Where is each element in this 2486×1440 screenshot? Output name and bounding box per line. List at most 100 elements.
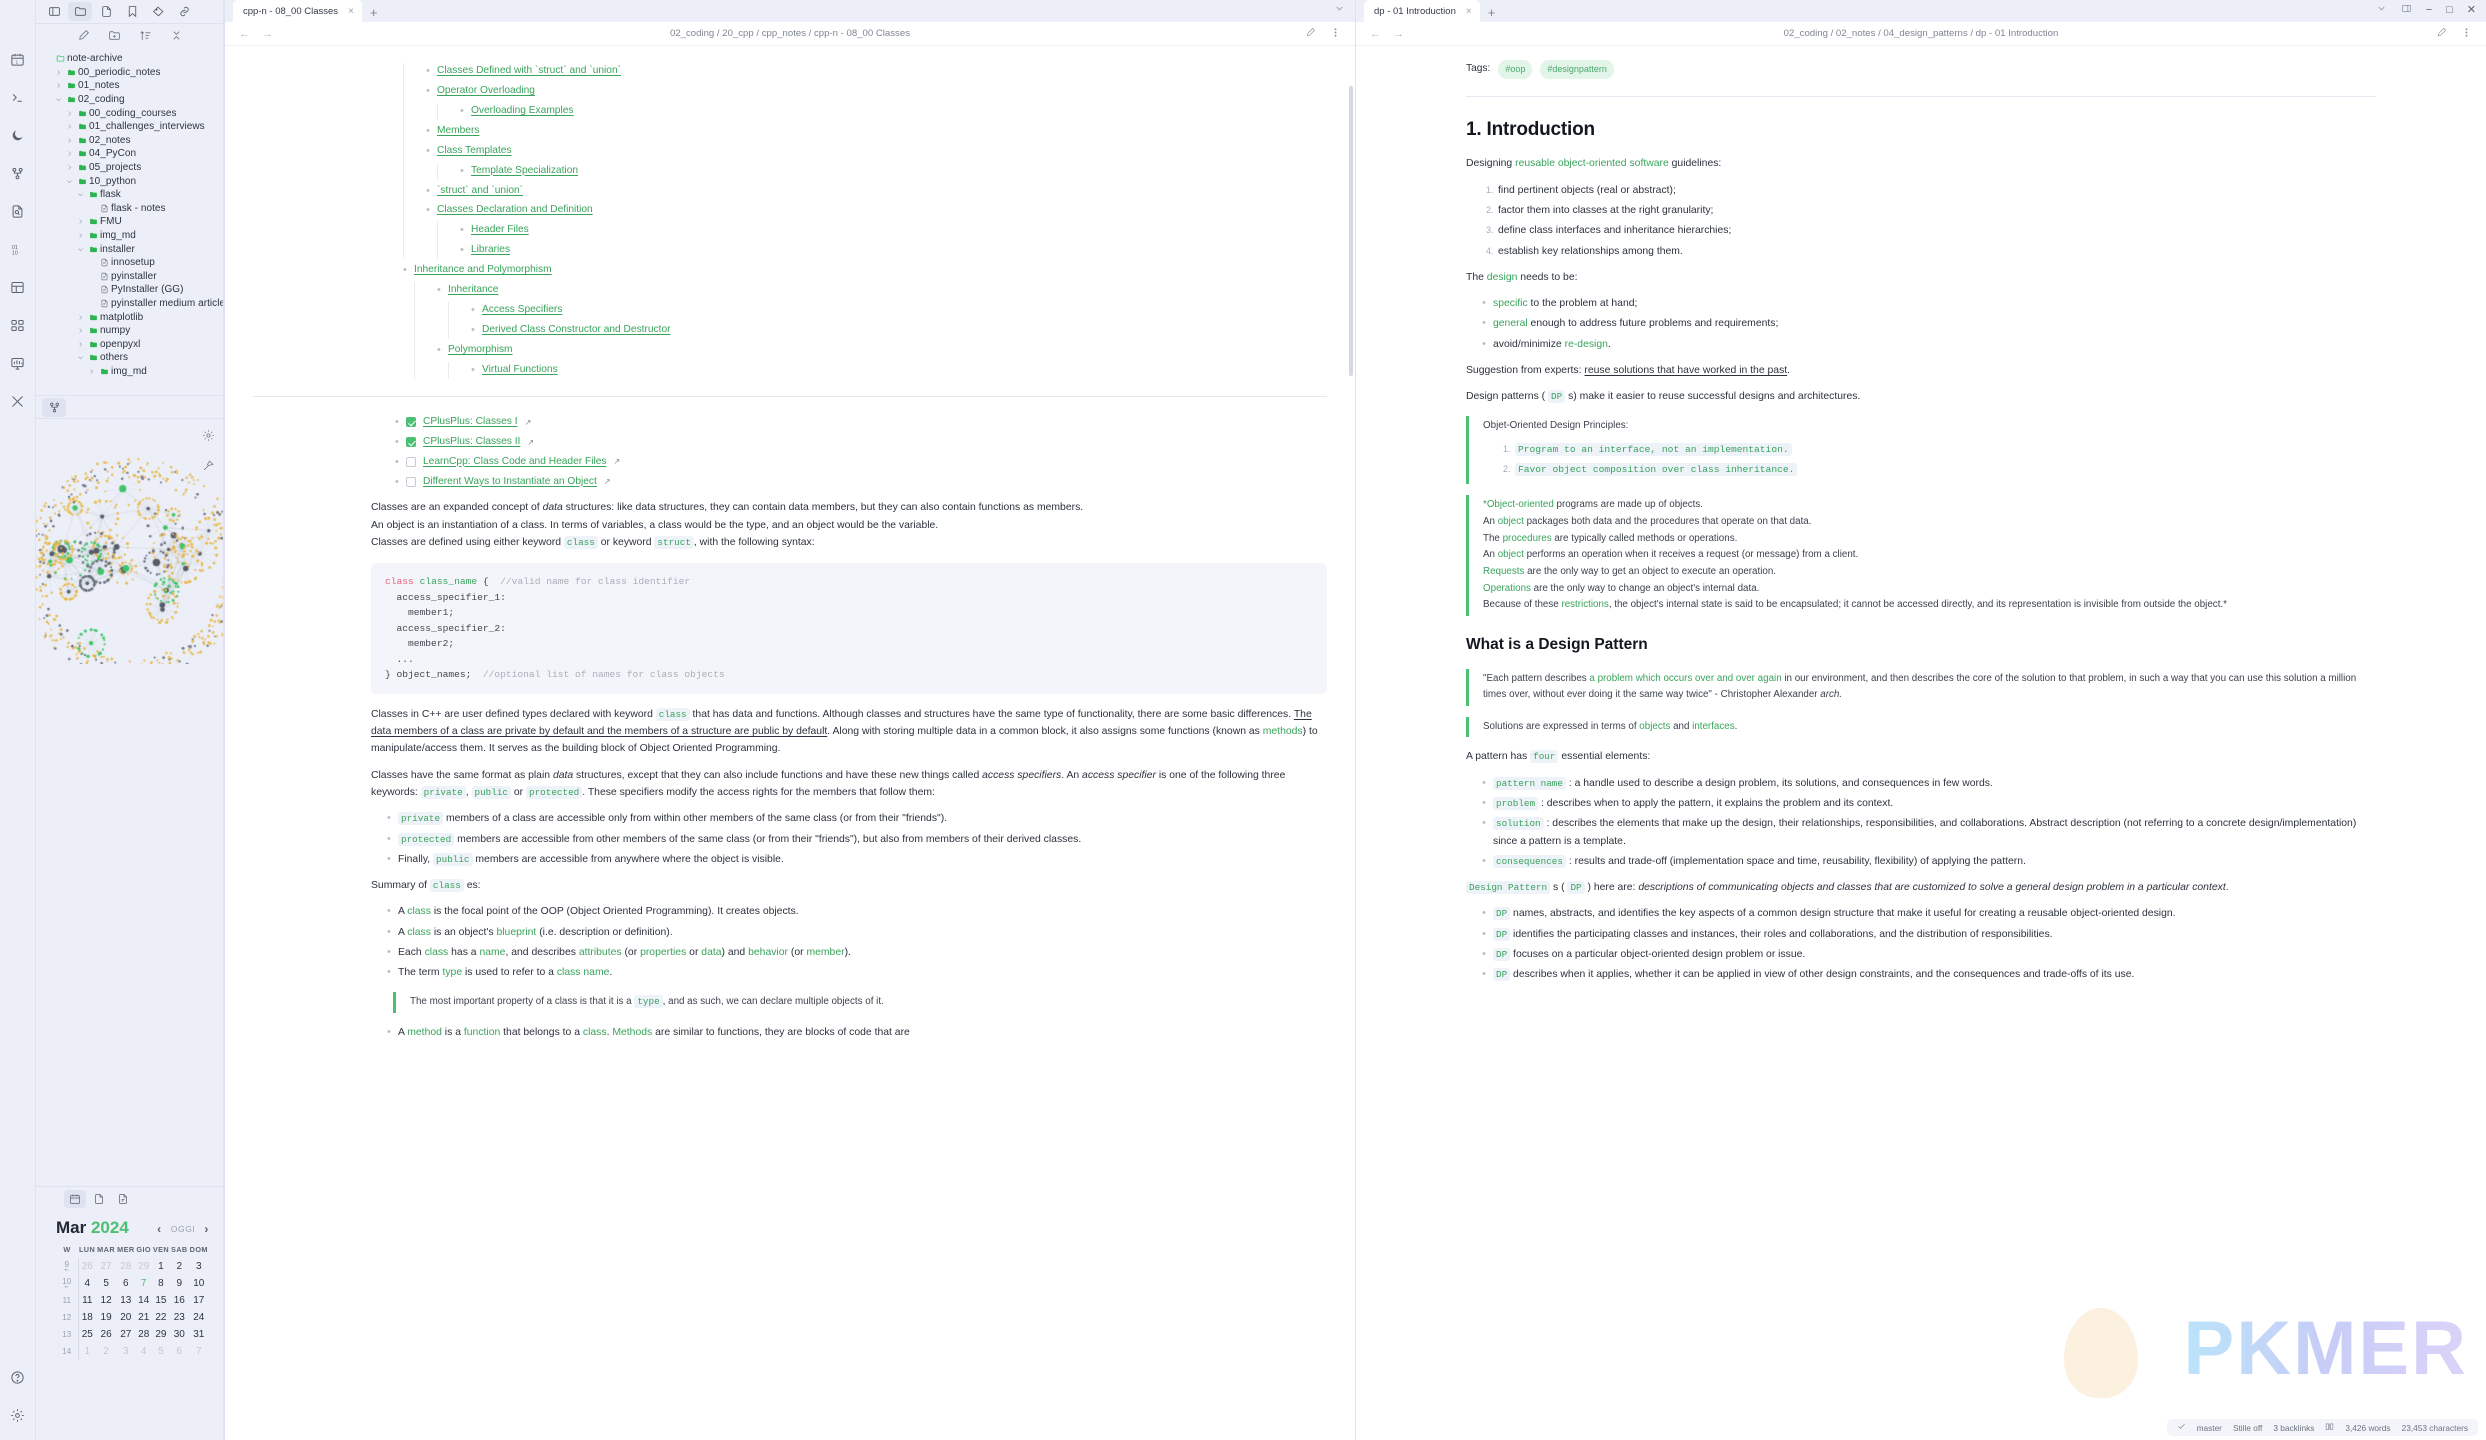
tree-folder-01-challenges-interviews[interactable]: 01_challenges_interviews: [36, 120, 223, 134]
calendar-day[interactable]: 11: [78, 1292, 96, 1309]
tree-folder-05-projects[interactable]: 05_projects: [36, 161, 223, 175]
toc-item[interactable]: Polymorphism Virtual Functions: [437, 341, 1327, 379]
toc-link[interactable]: Operator Overloading: [437, 85, 535, 96]
calendar-today-button[interactable]: OGGI: [171, 1224, 196, 1234]
settings-gear-icon[interactable]: [4, 1400, 32, 1430]
minimize-icon[interactable]: −: [2426, 4, 2432, 16]
grid-icon[interactable]: [4, 310, 32, 340]
help-icon[interactable]: [4, 1362, 32, 1392]
chevron-right-icon[interactable]: [64, 164, 75, 171]
table-of-contents[interactable]: Classes Defined with `struct` and `union…: [253, 62, 1327, 379]
terminal-icon[interactable]: [4, 82, 32, 112]
calendar-day[interactable]: 27: [96, 1258, 116, 1275]
chevron-right-icon[interactable]: [75, 232, 86, 239]
calendar-day[interactable]: 14: [136, 1292, 152, 1309]
calendar-day[interactable]: 13: [116, 1292, 135, 1309]
calendar-day[interactable]: 23: [170, 1309, 189, 1326]
chevron-right-icon[interactable]: [86, 368, 97, 375]
toc-item[interactable]: Template Specialization: [460, 162, 1327, 180]
backlinks-count-label[interactable]: 3 backlinks: [2273, 1423, 2314, 1433]
tree-folder-10-python[interactable]: 10_python: [36, 174, 223, 188]
calendar-day[interactable]: 17: [189, 1292, 209, 1309]
chevron-right-icon[interactable]: [53, 82, 64, 89]
task-link[interactable]: CPlusPlus: Classes I: [423, 414, 518, 431]
calendar-week-number[interactable]: 10 •◦: [56, 1275, 79, 1292]
tree-folder-00-coding-courses[interactable]: 00_coding_courses: [36, 106, 223, 120]
file-search-icon[interactable]: [4, 196, 32, 226]
moon-icon[interactable]: [4, 120, 32, 150]
calendar-grid[interactable]: W LUN MAR MER GIO VEN SAB DOM 9 •◦ 26 27 28 29 1 2 3 10 •…: [56, 1245, 209, 1360]
task-item[interactable]: Different Ways to Instantiate an Object ↗: [395, 473, 1327, 491]
chevron-right-icon[interactable]: [53, 69, 64, 76]
tag-designpattern[interactable]: #designpattern: [1540, 60, 1614, 79]
tag-oop[interactable]: #oop: [1498, 60, 1533, 79]
calendar-day[interactable]: 29: [152, 1326, 170, 1343]
external-link-icon[interactable]: ↗: [604, 475, 611, 488]
tree-folder-img-md[interactable]: img_md: [36, 229, 223, 243]
calendar-day[interactable]: 15: [152, 1292, 170, 1309]
calendar-week-number[interactable]: 13: [56, 1326, 79, 1343]
calendar-day[interactable]: 28: [136, 1326, 152, 1343]
breadcrumb[interactable]: 02_coding / 20_cpp / cpp_notes / cpp-n -…: [225, 28, 1355, 39]
chevron-right-icon[interactable]: [75, 314, 86, 321]
restore-view-icon[interactable]: [202, 459, 215, 475]
toc-link[interactable]: Members: [437, 125, 479, 136]
calendar-day[interactable]: 31: [189, 1326, 209, 1343]
tree-folder-fmu[interactable]: FMU: [36, 215, 223, 229]
sidebar-tab-panel-toggle[interactable]: [42, 2, 66, 21]
calendar-day[interactable]: 27: [116, 1326, 135, 1343]
calendar-day[interactable]: 16: [170, 1292, 189, 1309]
tree-folder-installer[interactable]: installer: [36, 242, 223, 256]
task-item[interactable]: CPlusPlus: Classes I ↗: [395, 413, 1327, 431]
calendar-day[interactable]: 25: [78, 1326, 96, 1343]
dashboard-icon[interactable]: [4, 348, 32, 378]
toc-link[interactable]: Access Specifiers: [482, 304, 562, 315]
sidebar-tab-note[interactable]: [88, 1190, 110, 1208]
tab-dp-introduction[interactable]: dp - 01 Introduction ×: [1364, 0, 1480, 22]
chevron-right-icon[interactable]: [75, 218, 86, 225]
toc-link[interactable]: Libraries: [471, 244, 510, 255]
toc-link[interactable]: Inheritance and Polymorphism: [414, 264, 552, 275]
tree-file-innosetup[interactable]: innosetup: [36, 256, 223, 270]
tree-folder-01-notes[interactable]: 01_notes: [36, 79, 223, 93]
calendar-day[interactable]: 26: [78, 1258, 96, 1275]
sidebar-tab-graph[interactable]: [42, 397, 66, 417]
calendar-day[interactable]: 26: [96, 1326, 116, 1343]
toc-item[interactable]: Inheritance and Polymorphism Inheritance A…: [403, 261, 1327, 379]
chevron-right-icon[interactable]: ›: [204, 1222, 209, 1236]
sort-icon[interactable]: [139, 29, 152, 45]
toc-link[interactable]: `struct` and `union`: [437, 185, 523, 196]
calendar-day[interactable]: 8: [152, 1275, 170, 1292]
calendar-day[interactable]: 24: [189, 1309, 209, 1326]
toc-link[interactable]: Class Templates: [437, 145, 512, 156]
chevron-right-icon[interactable]: [64, 137, 75, 144]
chevron-down-icon[interactable]: [75, 191, 86, 198]
calendar-day[interactable]: 28: [116, 1258, 135, 1275]
calendar-day[interactable]: 3: [189, 1258, 209, 1275]
sidebar-tab-calendar[interactable]: [64, 1189, 86, 1208]
calendar-day[interactable]: 9: [170, 1275, 189, 1292]
calendar-title[interactable]: Mar 2024: [56, 1218, 129, 1238]
tree-folder-04-pycon[interactable]: 04_PyCon: [36, 147, 223, 161]
calendar-icon[interactable]: 1: [4, 44, 32, 74]
layout-icon[interactable]: [4, 272, 32, 302]
checkbox[interactable]: [406, 437, 416, 448]
toc-item[interactable]: Class Templates Template Specialization: [426, 142, 1327, 180]
collapse-all-icon[interactable]: [170, 29, 183, 45]
gear-icon[interactable]: [202, 429, 215, 445]
calendar-day[interactable]: 3: [116, 1343, 135, 1360]
file-tree[interactable]: note-archive 00_periodic_notes 01_notes 02_…: [36, 50, 223, 395]
checkbox[interactable]: [406, 476, 416, 487]
calendar-day[interactable]: 20: [116, 1309, 135, 1326]
external-link-icon[interactable]: ↗: [613, 455, 620, 468]
calendar-day[interactable]: 2: [96, 1343, 116, 1360]
sidebar-tab-files[interactable]: [68, 2, 92, 21]
calendar-week-number[interactable]: 12: [56, 1309, 79, 1326]
task-item[interactable]: CPlusPlus: Classes II ↗: [395, 433, 1327, 451]
checkbox[interactable]: [406, 457, 416, 468]
tree-file-pyinstaller[interactable]: pyinstaller: [36, 270, 223, 284]
calendar-day[interactable]: 1: [78, 1343, 96, 1360]
sidebar-tab-search[interactable]: [94, 2, 118, 21]
toc-link[interactable]: Derived Class Constructor and Destructor: [482, 324, 671, 335]
chevron-down-icon[interactable]: [75, 354, 86, 361]
